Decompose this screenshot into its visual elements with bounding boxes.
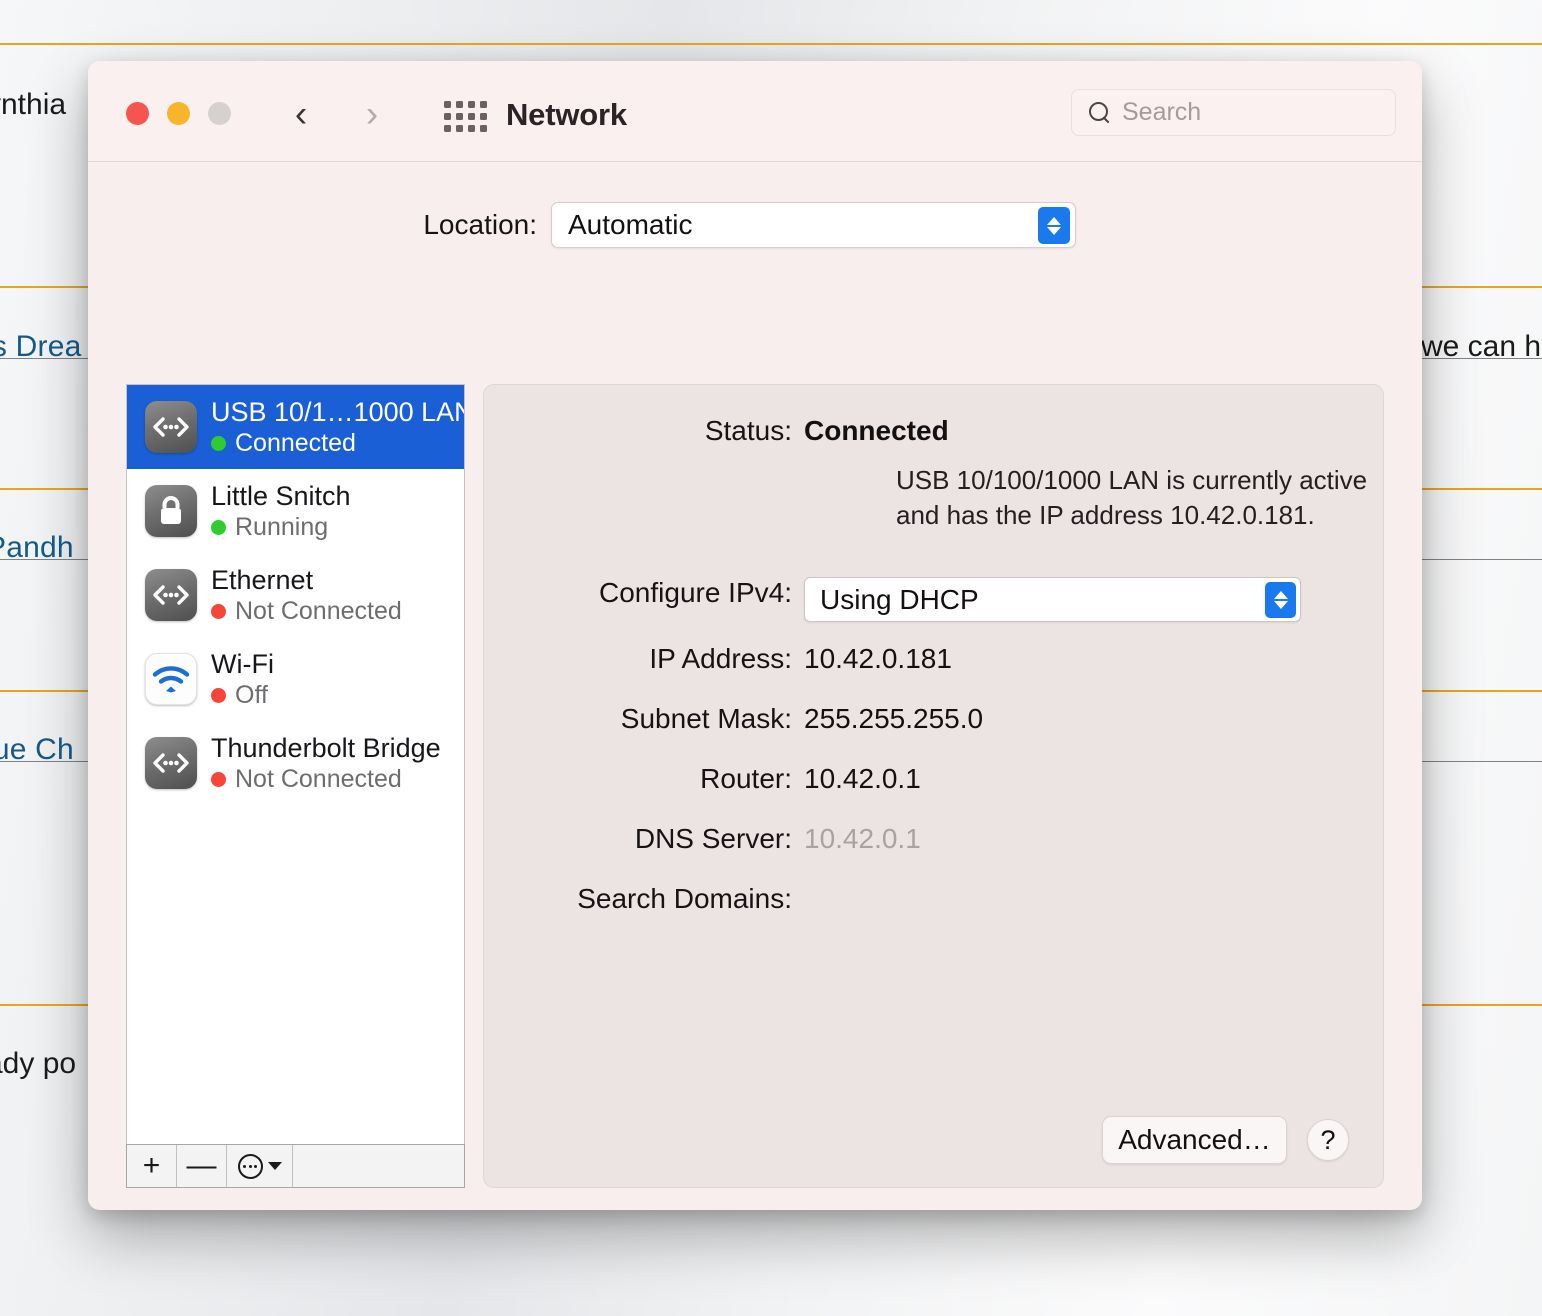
remove-service-button[interactable]: —: [177, 1145, 227, 1187]
service-row[interactable]: Little Snitch Running: [127, 469, 464, 553]
status-label: Status:: [704, 415, 792, 446]
configure-ipv4-value: Using DHCP: [820, 583, 979, 615]
status-dot: [211, 603, 226, 619]
back-chevron-icon[interactable]: ‹: [284, 93, 318, 133]
ip-address-label: IP Address:: [649, 643, 792, 674]
search-input[interactable]: [1122, 98, 1352, 127]
status-dot: [211, 687, 226, 703]
lock-icon: [145, 485, 197, 537]
window-body: Location: Automatic USB 10/1…1000 LAN Con…: [88, 162, 1422, 1209]
ip-address-value: 10.42.0.181: [804, 643, 952, 674]
service-status: Not Connected: [211, 765, 441, 793]
backdrop-link[interactable]: Pandh: [0, 531, 74, 565]
advanced-button[interactable]: Advanced…: [1102, 1116, 1287, 1164]
service-status: Off: [211, 681, 274, 709]
ethernet-icon: [145, 569, 197, 621]
service-status: Running: [211, 513, 351, 541]
service-name: Ethernet: [211, 564, 314, 595]
router-row: Router: 10.42.0.1: [484, 763, 921, 795]
dns-server-row: DNS Server: 10.42.0.1: [484, 823, 921, 855]
wifi-icon: [145, 653, 197, 705]
service-status-label: Running: [235, 513, 329, 542]
network-preferences-window: ‹ › Network Location: Automatic USB 10/1…: [88, 61, 1422, 1210]
toolbar-filler: [293, 1145, 464, 1187]
configure-ipv4-label: Configure IPv4:: [599, 577, 792, 608]
service-status: Not Connected: [211, 597, 402, 625]
location-label: Location:: [423, 209, 537, 240]
router-value: 10.42.0.1: [804, 763, 921, 794]
chevron-down-icon: [267, 1162, 282, 1170]
status-value: Connected: [804, 415, 949, 446]
forward-chevron-icon[interactable]: ›: [355, 93, 389, 133]
search-field[interactable]: [1071, 89, 1396, 136]
maximize-button[interactable]: [208, 102, 231, 125]
service-row[interactable]: Thunderbolt Bridge Not Connected: [127, 721, 464, 805]
service-row[interactable]: Wi-Fi Off: [127, 637, 464, 721]
service-name: Wi-Fi: [211, 648, 274, 679]
dns-server-label: DNS Server:: [634, 823, 792, 854]
status-dot: [211, 771, 226, 787]
action-menu-button[interactable]: [227, 1145, 293, 1187]
service-status-label: Connected: [235, 429, 356, 458]
service-name: Little Snitch: [211, 480, 351, 511]
backdrop-separator: [0, 43, 1542, 45]
help-button[interactable]: ?: [1307, 1119, 1349, 1161]
status-description: USB 10/100/1000 LAN is currently active …: [896, 465, 1368, 530]
ethernet-icon: [145, 737, 197, 789]
configure-ipv4-stepper-icon[interactable]: [1265, 582, 1296, 618]
subnet-mask-label: Subnet Mask:: [620, 703, 792, 734]
backdrop-link[interactable]: lue Ch: [0, 733, 74, 767]
backdrop-text: ady po: [0, 1047, 77, 1080]
service-row[interactable]: USB 10/1…1000 LAN Connected: [127, 385, 464, 469]
status-row: Status: Connected: [484, 415, 949, 447]
grid-icon[interactable]: [444, 101, 487, 132]
ellipsis-circle-icon: [237, 1153, 263, 1179]
status-dot: [211, 435, 226, 451]
ethernet-icon: [145, 401, 197, 453]
ip-address-row: IP Address: 10.42.0.181: [484, 643, 952, 675]
backdrop-text: we can ha: [1421, 330, 1542, 363]
configure-ipv4-select[interactable]: Using DHCP: [804, 577, 1301, 622]
subnet-mask-value: 255.255.255.0: [804, 703, 984, 734]
service-status-label: Not Connected: [235, 765, 402, 794]
location-stepper-icon[interactable]: [1038, 207, 1070, 244]
status-dot: [211, 519, 226, 535]
subnet-mask-row: Subnet Mask: 255.255.255.0: [484, 703, 983, 735]
search-icon: [1088, 101, 1112, 125]
search-domains-row: Search Domains:: [484, 883, 804, 915]
location-row: Location: Automatic: [88, 202, 1422, 248]
service-status-label: Not Connected: [235, 597, 402, 626]
service-list-toolbar: + —: [126, 1144, 465, 1188]
location-value: Automatic: [568, 209, 693, 240]
service-name: USB 10/1…1000 LAN: [211, 396, 465, 427]
service-row[interactable]: Ethernet Not Connected: [127, 553, 464, 637]
minimize-button[interactable]: [167, 102, 190, 125]
service-detail-panel: Status: Connected USB 10/100/1000 LAN is…: [483, 384, 1384, 1188]
service-status: Connected: [211, 429, 464, 458]
search-domains-label: Search Domains:: [577, 883, 792, 914]
add-service-button[interactable]: +: [127, 1145, 177, 1187]
service-status-label: Off: [235, 681, 268, 710]
backdrop-link[interactable]: 's Drea: [0, 330, 82, 364]
location-select[interactable]: Automatic: [551, 202, 1076, 248]
service-name: Thunderbolt Bridge: [211, 732, 441, 763]
backdrop-text: ynthia: [0, 88, 67, 121]
router-label: Router:: [700, 763, 792, 794]
close-button[interactable]: [126, 102, 149, 125]
service-list[interactable]: USB 10/1…1000 LAN Connected Little Snitch R…: [126, 384, 465, 1144]
configure-ipv4-row: Configure IPv4: Using DHCP: [484, 577, 1301, 622]
dns-server-value: 10.42.0.1: [804, 823, 921, 854]
page-title: Network: [506, 97, 627, 132]
window-titlebar: ‹ › Network: [88, 61, 1422, 162]
